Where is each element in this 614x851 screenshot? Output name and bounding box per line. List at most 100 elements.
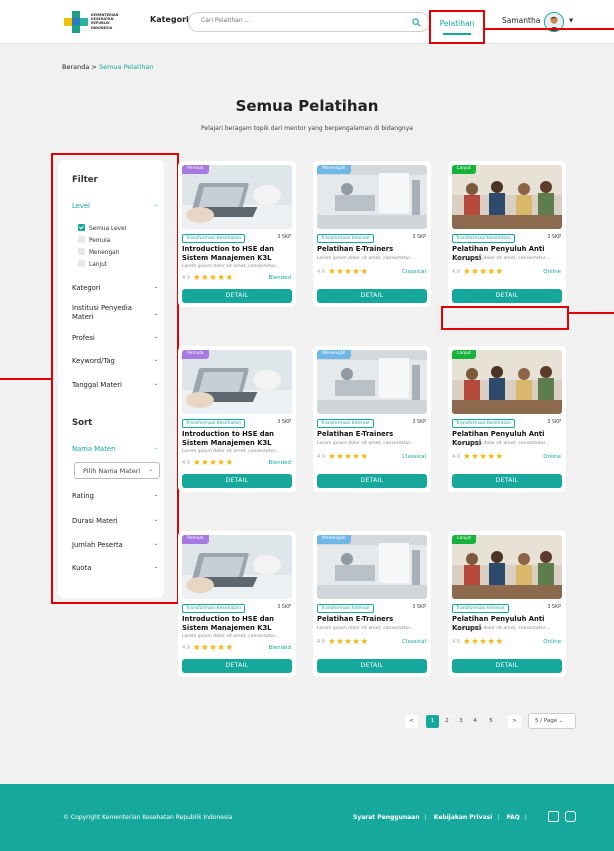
annotation-line bbox=[485, 28, 614, 30]
checkbox[interactable] bbox=[78, 236, 85, 243]
course-title[interactable]: Pelatihan E-Trainers bbox=[317, 430, 429, 439]
check-icon[interactable] bbox=[78, 224, 85, 231]
course-description: Lorem ipsum dolor sit amet, consectetur.… bbox=[317, 441, 415, 446]
delivery-mode: Blended bbox=[268, 275, 291, 281]
sort-heading: Sort bbox=[72, 418, 93, 428]
pagination-page[interactable]: 1 bbox=[426, 715, 439, 728]
course-image[interactable] bbox=[452, 165, 562, 229]
level-option-pemula[interactable]: Pemula bbox=[78, 236, 110, 244]
sort-jumlah[interactable]: Jumlah Peserta ⌄ bbox=[72, 541, 158, 549]
user-menu-chevron-icon[interactable]: ▼ bbox=[569, 18, 573, 24]
chevron-down-icon: ⌄ bbox=[153, 357, 158, 363]
facebook-icon[interactable] bbox=[548, 811, 559, 822]
filter-kategori-label: Kategori bbox=[72, 284, 101, 292]
detail-button[interactable]: DETAIL bbox=[182, 289, 292, 303]
level-badge: Menengah bbox=[317, 165, 351, 174]
course-card[interactable]: Pemula Transformasi Kesehatan 3 SKP Introdu… bbox=[178, 161, 296, 307]
filter-institusi[interactable]: Institusi Penyedia Materi ⌄ bbox=[72, 304, 158, 322]
footer-link-syarat[interactable]: Syarat Penggunaan bbox=[353, 814, 420, 821]
sort-rating[interactable]: Rating ⌄ bbox=[72, 492, 158, 500]
level-option-semua[interactable]: Semua Level bbox=[78, 224, 126, 232]
detail-button[interactable]: DETAIL bbox=[182, 474, 292, 488]
course-card[interactable]: Menengah Transformasi Internal 3 SKP Pelati… bbox=[313, 531, 431, 677]
search-bar[interactable] bbox=[188, 12, 430, 32]
detail-button[interactable]: DETAIL bbox=[452, 659, 562, 673]
pagination-prev[interactable]: < bbox=[405, 715, 418, 728]
kemenkes-logo[interactable] bbox=[64, 11, 88, 33]
detail-button[interactable]: DETAIL bbox=[182, 659, 292, 673]
search-icon[interactable] bbox=[412, 18, 421, 27]
course-card[interactable]: Pemula Transformasi Kesehatan 3 SKP Introdu… bbox=[178, 531, 296, 677]
course-card[interactable]: Lanjut Transformasi Kesehatan 3 SKP Pelatih… bbox=[448, 161, 566, 307]
course-image[interactable] bbox=[317, 165, 427, 229]
checkbox[interactable] bbox=[78, 248, 85, 255]
pagination-next[interactable]: > bbox=[508, 715, 521, 728]
star-rating: ★★★★★ bbox=[193, 459, 234, 468]
chevron-down-icon: ⌄ bbox=[153, 381, 158, 387]
course-title[interactable]: Introduction to HSE dan Sistem Manajemen… bbox=[182, 615, 294, 633]
course-card[interactable]: Lanjut Transformasi Internal 3 SKP Pelatiha… bbox=[448, 531, 566, 677]
course-image[interactable] bbox=[452, 350, 562, 414]
course-card[interactable]: Pemula Transformasi Kesehatan 3 SKP Introdu… bbox=[178, 346, 296, 492]
course-card[interactable]: Lanjut Transformasi Kesehatan 3 SKP Pelatih… bbox=[448, 346, 566, 492]
filter-sidebar: Filter Level ⌄ Semua Level Pemula Menenga… bbox=[58, 160, 164, 598]
star-icon: ★ bbox=[487, 452, 496, 462]
detail-button[interactable]: DETAIL bbox=[317, 474, 427, 488]
course-image[interactable] bbox=[452, 535, 562, 599]
star-icon: ★ bbox=[225, 273, 234, 283]
detail-button[interactable]: DETAIL bbox=[452, 289, 562, 303]
course-card[interactable]: Menengah Transformasi Internal 3 SKP Pelati… bbox=[313, 161, 431, 307]
filter-profesi[interactable]: Profesi ⌄ bbox=[72, 334, 158, 342]
instagram-icon[interactable] bbox=[565, 811, 576, 822]
rating-value: 4.9 bbox=[317, 639, 325, 645]
course-image[interactable] bbox=[317, 350, 427, 414]
filter-keyword[interactable]: Keyword/Tag ⌄ bbox=[72, 357, 158, 365]
filter-tanggal[interactable]: Tanggal Materi ⌄ bbox=[72, 381, 158, 389]
course-card[interactable]: Menengah Transformasi Internal 3 SKP Pelati… bbox=[313, 346, 431, 492]
course-description: Lorem ipsum dolor sit amet, consectetur.… bbox=[182, 449, 280, 454]
course-title[interactable]: Introduction to HSE dan Sistem Manajemen… bbox=[182, 430, 294, 448]
sort-kuota[interactable]: Kuota ⌄ bbox=[72, 564, 158, 572]
page-subtitle: Pelajari beragam topik dari mentor yang … bbox=[201, 125, 413, 132]
course-image[interactable] bbox=[182, 350, 292, 414]
course-title[interactable]: Pelatihan E-Trainers bbox=[317, 245, 429, 254]
filter-kategori[interactable]: Kategori ⌄ bbox=[72, 284, 158, 292]
breadcrumb-home[interactable]: Beranda bbox=[62, 63, 89, 71]
pagination-page[interactable]: 5 bbox=[486, 715, 496, 728]
rating-value: 4.9 bbox=[452, 269, 460, 275]
category-tag: Transformasi Internal bbox=[317, 604, 374, 613]
level-option-menengah[interactable]: Menengah bbox=[78, 248, 119, 256]
detail-button[interactable]: DETAIL bbox=[452, 474, 562, 488]
nama-materi-select[interactable]: Pilih Nama Materi ⌄ bbox=[74, 462, 160, 479]
pagination-page[interactable]: 4 bbox=[470, 715, 480, 728]
filter-level-toggle[interactable]: Level ⌄ bbox=[72, 202, 158, 210]
footer-link-kebijakan[interactable]: Kebijakan Privasi bbox=[434, 814, 492, 821]
top-header: KEMENTERIAN KESEHATAN REPUBLIK INDONESIA… bbox=[0, 0, 614, 44]
pagination-page[interactable]: 3 bbox=[456, 715, 466, 728]
user-name[interactable]: Samantha bbox=[502, 16, 540, 25]
category-tag: Transformasi Kesehatan bbox=[182, 419, 245, 428]
active-underline bbox=[443, 33, 471, 35]
course-image[interactable] bbox=[317, 535, 427, 599]
footer-link-faq[interactable]: FAQ bbox=[507, 814, 520, 821]
pagination-page[interactable]: 2 bbox=[442, 715, 452, 728]
checkbox[interactable] bbox=[78, 260, 85, 267]
star-icon: ★ bbox=[495, 267, 504, 277]
detail-button[interactable]: DETAIL bbox=[317, 659, 427, 673]
sort-durasi[interactable]: Durasi Materi ⌄ bbox=[72, 517, 158, 525]
sort-nama-materi-toggle[interactable]: Nama Materi ⌄ bbox=[72, 445, 158, 453]
star-icon: ★ bbox=[487, 637, 496, 647]
star-icon: ★ bbox=[360, 267, 369, 277]
star-icon: ★ bbox=[352, 267, 361, 277]
star-rating: ★★★★★ bbox=[193, 273, 234, 283]
course-image[interactable] bbox=[182, 165, 292, 229]
course-image[interactable] bbox=[182, 535, 292, 599]
detail-button[interactable]: DETAIL bbox=[317, 289, 427, 303]
per-page-select[interactable]: 5 / Page ⌄ bbox=[528, 713, 576, 729]
course-title[interactable]: Introduction to HSE dan Sistem Manajemen… bbox=[182, 245, 294, 263]
star-icon: ★ bbox=[352, 637, 361, 647]
course-title[interactable]: Pelatihan E-Trainers bbox=[317, 615, 429, 624]
search-input[interactable] bbox=[201, 17, 391, 24]
nav-pelatihan[interactable]: Pelatihan bbox=[429, 10, 485, 44]
level-option-lanjut[interactable]: Lanjut bbox=[78, 260, 107, 268]
